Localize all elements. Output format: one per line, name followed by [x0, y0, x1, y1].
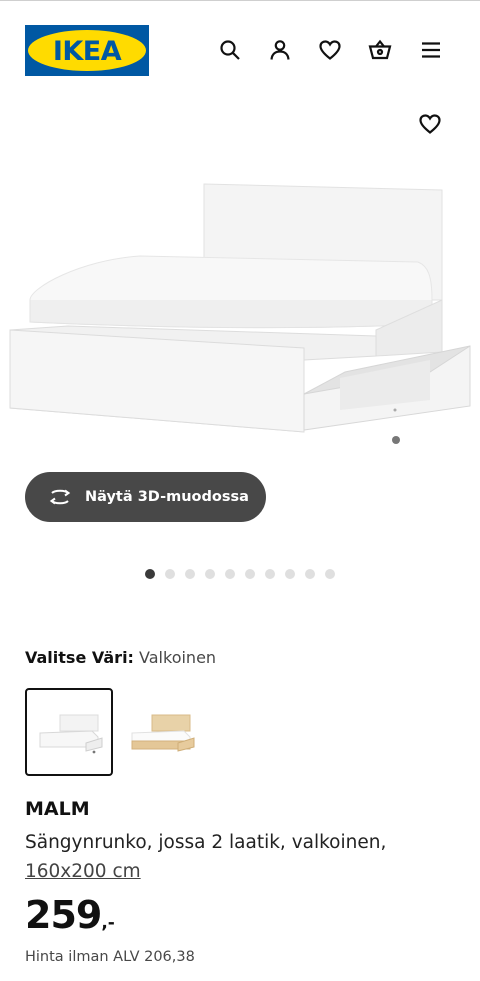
logo-text: IKEA — [53, 36, 122, 67]
product-description: Sängynrunko, jossa 2 laatik, valkoinen, … — [25, 828, 445, 886]
carousel-dot[interactable] — [185, 569, 195, 579]
carousel-dot[interactable] — [205, 569, 215, 579]
carousel-dot[interactable] — [145, 569, 155, 579]
view-3d-button[interactable]: Näytä 3D-muodossa — [25, 472, 266, 522]
carousel-dot[interactable] — [265, 569, 275, 579]
carousel-dot[interactable] — [285, 569, 295, 579]
product-price: 259 ,- — [25, 893, 115, 937]
carousel-dot[interactable] — [325, 569, 335, 579]
user-icon[interactable] — [266, 36, 294, 64]
product-description-text: Sängynrunko, jossa 2 laatik, valkoinen, — [25, 832, 387, 853]
search-icon[interactable] — [216, 36, 244, 64]
image-carousel-dots[interactable] — [145, 569, 335, 579]
color-option-oak[interactable] — [117, 688, 205, 776]
price-suffix: ,- — [101, 913, 115, 933]
color-option-white[interactable] — [25, 688, 113, 776]
price-without-vat: Hinta ilman ALV 206,38 — [25, 949, 195, 965]
color-value: Valkoinen — [139, 648, 217, 667]
product-name: MALM — [25, 798, 90, 820]
color-selection: Valitse Väri: Valkoinen — [25, 648, 216, 667]
top-divider — [0, 0, 480, 1]
ikea-logo[interactable]: IKEA — [25, 25, 149, 76]
product-image[interactable] — [0, 150, 480, 470]
menu-icon[interactable] — [417, 36, 445, 64]
carousel-dot[interactable] — [165, 569, 175, 579]
heart-icon — [419, 114, 441, 134]
rotate-3d-icon — [49, 489, 71, 505]
view-3d-label: Näytä 3D-muodossa — [85, 489, 249, 505]
price-value: 259 — [25, 893, 102, 937]
carousel-dot[interactable] — [245, 569, 255, 579]
carousel-dot[interactable] — [305, 569, 315, 579]
basket-icon[interactable] — [366, 36, 394, 64]
heart-icon[interactable] — [316, 36, 344, 64]
carousel-dot[interactable] — [225, 569, 235, 579]
favourite-button[interactable] — [416, 110, 444, 138]
product-size-link[interactable]: 160x200 cm — [25, 861, 141, 882]
color-label: Valitse Väri: — [25, 648, 134, 667]
